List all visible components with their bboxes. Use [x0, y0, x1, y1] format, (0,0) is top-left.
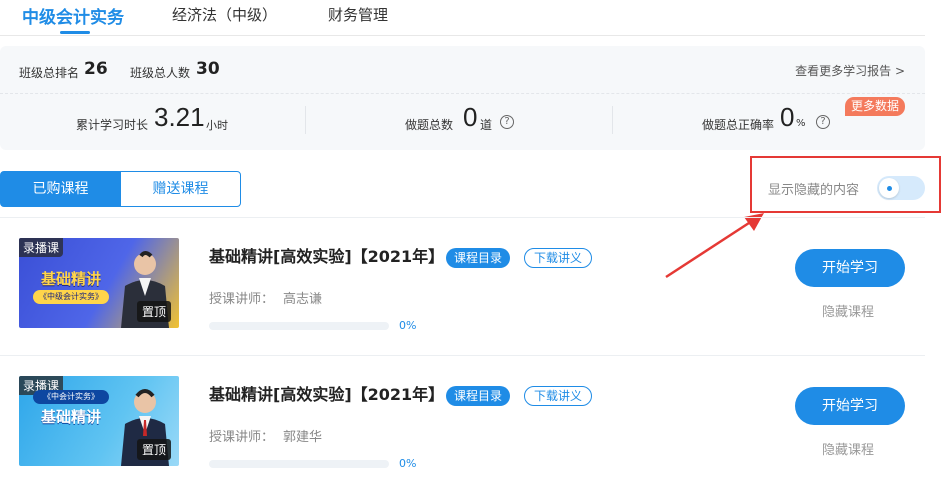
questions-total-value: 0	[463, 102, 478, 132]
pinned-badge: 置顶	[136, 439, 171, 460]
course-progress-bar	[209, 460, 389, 468]
study-stats-panel: 班级总排名 26 班级总人数 30 查看更多学习报告 > 累计学习时长 3.21…	[0, 46, 925, 150]
course-item: 录播课 基础精讲 《中会计实务》 置顶 基础精讲[高效实验]【2021年】 课程…	[0, 356, 925, 486]
rank-row: 班级总排名 26 班级总人数 30 查看更多学习报告 >	[0, 46, 925, 94]
stats-divider	[612, 106, 613, 134]
accuracy-label: 做题总正确率	[702, 118, 775, 132]
stats-divider	[305, 106, 306, 134]
hide-course-link[interactable]: 隐藏课程	[822, 439, 874, 458]
teacher-name: 高志谦	[283, 292, 323, 307]
course-item: 录播课 基础精讲 《中级会计实务》 置顶 基础精讲[高效实验]【2021年】 课…	[0, 218, 925, 348]
total-students-label: 班级总人数	[130, 66, 191, 80]
course-progress-bar	[209, 322, 389, 330]
teacher-label: 授课讲师：	[209, 292, 275, 307]
rank-value: 26	[84, 59, 108, 79]
questions-total-unit: 道	[480, 118, 493, 132]
tab-economic-law[interactable]: 经济法（中级）	[172, 4, 277, 25]
pinned-badge: 置顶	[136, 301, 171, 322]
download-notes-button[interactable]: 下载讲义	[524, 248, 593, 268]
active-tab-underline	[60, 31, 90, 34]
show-hidden-label: 显示隐藏的内容	[768, 183, 860, 198]
thumbnail-subtitle: 《中会计实务》	[33, 390, 109, 404]
question-help-icon[interactable]: ?	[500, 115, 514, 129]
recorded-badge: 录播课	[19, 238, 64, 257]
course-thumbnail[interactable]: 录播课 基础精讲 《中会计实务》 置顶	[19, 376, 179, 466]
course-title[interactable]: 基础精讲[高效实验]【2021年】	[209, 243, 444, 267]
progress-percent: 0%	[399, 319, 417, 332]
accuracy-unit: %	[796, 118, 806, 129]
course-thumbnail[interactable]: 录播课 基础精讲 《中级会计实务》 置顶	[19, 238, 179, 328]
thumbnail-subtitle: 《中级会计实务》	[33, 290, 109, 304]
start-learning-button[interactable]: 开始学习	[795, 249, 905, 287]
start-learning-button[interactable]: 开始学习	[795, 387, 905, 425]
course-catalog-button[interactable]: 课程目录	[446, 386, 511, 406]
teacher-name: 郭建华	[283, 430, 323, 445]
more-data-badge[interactable]: 更多数据	[845, 97, 905, 116]
tab-financial-management[interactable]: 财务管理	[328, 4, 388, 25]
questions-total-label: 做题总数	[405, 118, 454, 132]
accuracy-value: 0	[780, 102, 795, 132]
course-title[interactable]: 基础精讲[高效实验]【2021年】	[209, 381, 444, 405]
rank-label: 班级总排名	[19, 66, 80, 80]
gifted-courses-tab[interactable]: 赠送课程	[120, 171, 241, 207]
course-catalog-button[interactable]: 课程目录	[446, 248, 511, 268]
toggle-dot	[887, 186, 892, 191]
accuracy-help-icon[interactable]: ?	[816, 115, 830, 129]
purchased-courses-tab[interactable]: 已购课程	[0, 171, 121, 207]
total-students-value: 30	[196, 59, 220, 79]
tab-intermediate-accounting[interactable]: 中级会计实务	[22, 3, 124, 28]
show-hidden-toggle[interactable]	[877, 176, 925, 200]
subject-tabs: 中级会计实务 经济法（中级） 财务管理	[0, 0, 925, 36]
study-time-label: 累计学习时长	[76, 118, 149, 132]
download-notes-button[interactable]: 下载讲义	[524, 386, 593, 406]
study-time-unit: 小时	[206, 119, 228, 132]
study-time-value: 3.21	[154, 102, 205, 132]
toggle-knob	[879, 178, 899, 198]
progress-percent: 0%	[399, 457, 417, 470]
hide-course-link[interactable]: 隐藏课程	[822, 301, 874, 320]
teacher-label: 授课讲师：	[209, 430, 275, 445]
more-report-link[interactable]: 查看更多学习报告 >	[795, 62, 905, 79]
thumbnail-title: 基础精讲	[40, 408, 101, 426]
thumbnail-title: 基础精讲	[40, 270, 101, 288]
